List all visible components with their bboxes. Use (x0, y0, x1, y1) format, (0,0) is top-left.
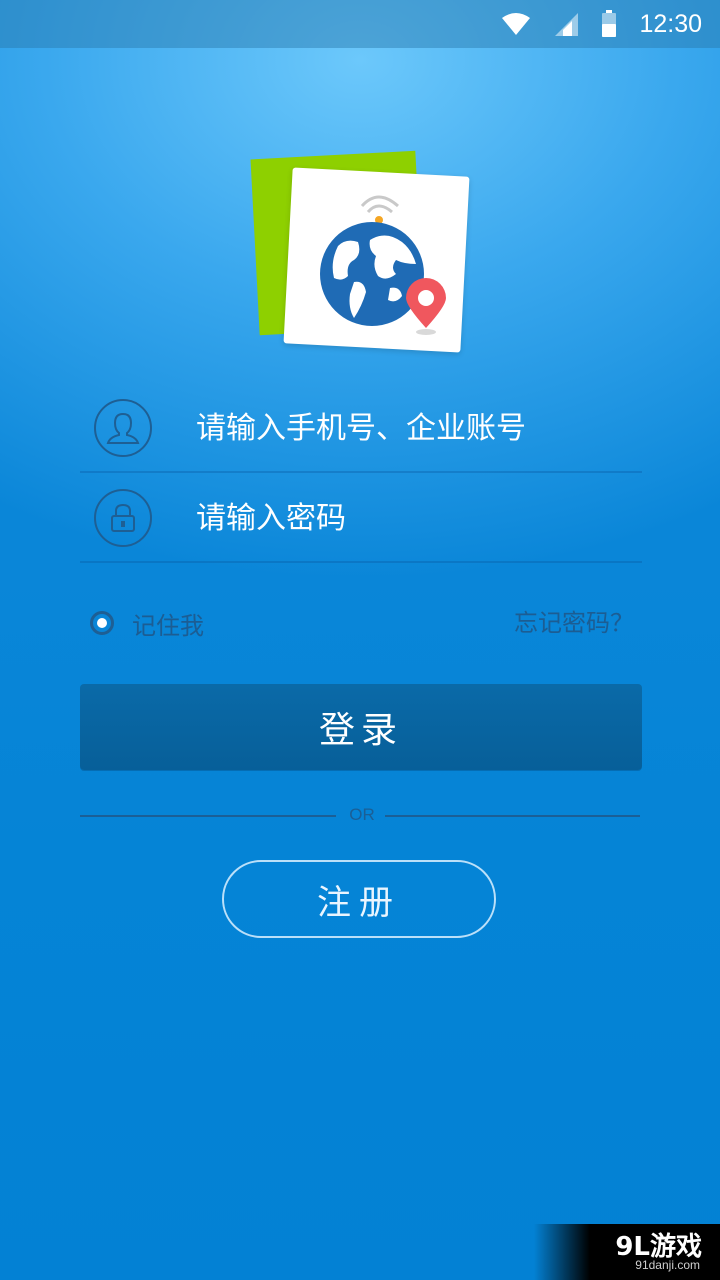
radio-dot (97, 618, 107, 628)
watermark: 9L游戏 91danji.com (534, 1224, 720, 1280)
globe-location-logo-icon (320, 195, 446, 335)
register-button[interactable]: 注册 (222, 860, 496, 938)
remember-radio[interactable] (90, 611, 114, 635)
remember-label: 记住我 (132, 611, 204, 640)
divider-right (385, 815, 640, 817)
forgot-password-link[interactable]: 忘记密码？ (514, 603, 634, 643)
status-time: 12:30 (639, 9, 702, 38)
password-row (80, 473, 642, 563)
username-input[interactable] (194, 397, 628, 459)
password-input[interactable] (194, 487, 628, 549)
lock-icon (94, 489, 152, 547)
remember-me-toggle[interactable]: 记住我 (90, 603, 204, 643)
status-bar: 12:30 (0, 0, 720, 48)
login-button[interactable]: 登录 (80, 684, 642, 770)
cell-signal-icon (555, 13, 579, 36)
user-icon (94, 399, 152, 457)
or-divider-label: OR (349, 805, 375, 824)
wifi-icon (502, 13, 531, 35)
divider-left (80, 815, 336, 817)
app-logo (250, 150, 472, 356)
watermark-site: 91danji.com (635, 1258, 700, 1272)
battery-icon (602, 10, 617, 37)
username-row (80, 383, 642, 473)
